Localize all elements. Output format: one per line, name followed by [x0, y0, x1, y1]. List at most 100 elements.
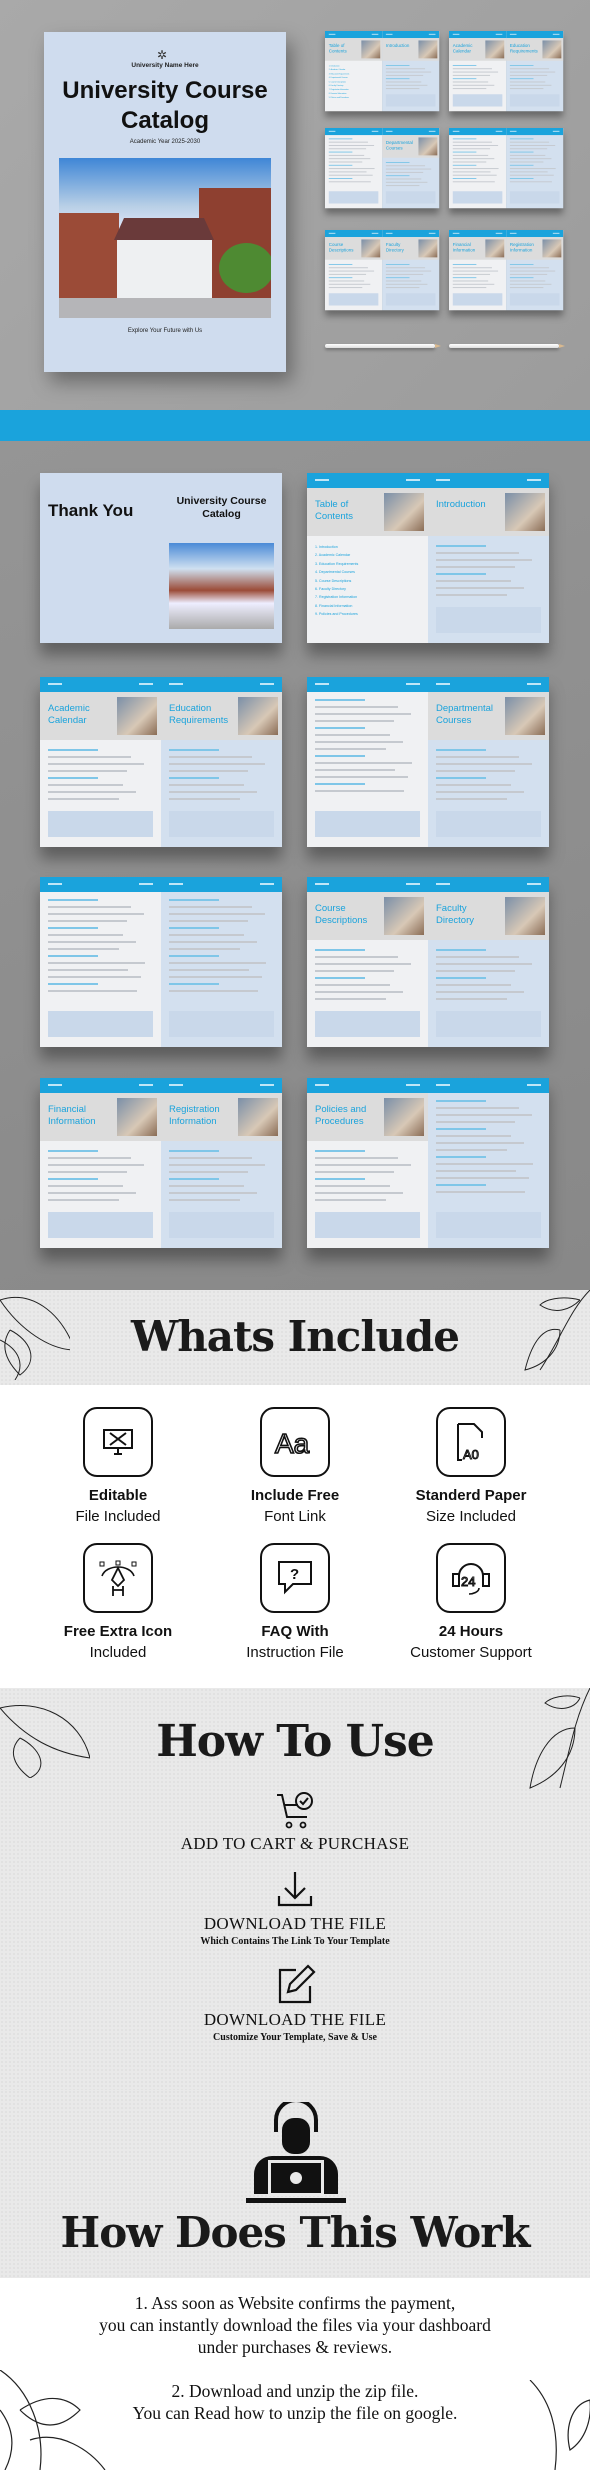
spread-page: Academic Calendar [40, 677, 161, 847]
spread-page: Financial Information [40, 1078, 161, 1248]
feature-label: FAQ With Instruction File [205, 1621, 385, 1663]
text-line [169, 1185, 244, 1187]
text-line [436, 777, 486, 779]
page-title: Table of Contents [328, 43, 347, 55]
text-line [436, 545, 486, 547]
toc-item: 7. Registration Information [315, 595, 358, 600]
spread-page [307, 677, 428, 847]
text-line [328, 280, 365, 282]
page-header-bar [307, 877, 428, 892]
text-line [509, 280, 546, 282]
text-line [169, 934, 244, 936]
text-line [328, 174, 373, 176]
notes-box [385, 191, 436, 204]
text-line [436, 991, 524, 993]
text-line [169, 1178, 219, 1180]
text-line [48, 983, 98, 985]
spread-page: Departmental Courses [428, 677, 549, 847]
text-line [48, 770, 127, 772]
hero-mockup-section: ✲ University Name Here University Course… [0, 0, 590, 410]
text-line [169, 927, 219, 929]
notes-box [385, 94, 436, 107]
text-line [385, 81, 422, 83]
text-line [509, 81, 546, 83]
text-line [385, 74, 424, 76]
page-title: Registration Information [169, 1104, 220, 1127]
page-header-bar [161, 1078, 282, 1093]
text-line [452, 141, 492, 143]
page-header-bar [325, 230, 383, 238]
text-line [48, 948, 119, 950]
page-photo [505, 897, 545, 935]
text-line [452, 161, 487, 163]
spread-page: Registration Information [506, 230, 564, 311]
text-line [385, 283, 428, 285]
text-line [509, 174, 554, 176]
spread-page: Departmental Courses [382, 128, 440, 209]
text-line [169, 784, 244, 786]
text-line [436, 1128, 486, 1130]
text-line [385, 185, 420, 187]
text-line [169, 941, 257, 943]
feature-subtitle: File Included [75, 1508, 161, 1525]
text-line [436, 566, 515, 568]
page-photo [418, 239, 438, 258]
text-line [509, 273, 548, 275]
page-title: Introduction [385, 43, 410, 49]
spread-page: Faculty Directory [428, 877, 549, 1047]
spreads-section: Thank You University Course Catalog Table … [0, 441, 590, 1290]
page-photo [384, 1098, 424, 1136]
page-title: Introduction [436, 499, 486, 510]
text-line [436, 1191, 525, 1193]
text-line [452, 64, 477, 66]
text-line [169, 791, 257, 793]
page-header-bar [382, 230, 440, 238]
page-header-bar [307, 677, 428, 692]
text-line [452, 277, 477, 279]
page-header-bar [428, 473, 549, 488]
feature-label: Standerd Paper Size Included [381, 1485, 561, 1527]
toc-item: 6. Faculty Directory [315, 587, 346, 592]
campus-photo [59, 158, 271, 318]
text-line [385, 161, 410, 163]
text-line [385, 287, 420, 289]
spread-page [325, 128, 383, 209]
lily-flower-icon [0, 1296, 70, 1380]
text-line [169, 770, 248, 772]
feature-label: 24 Hours Customer Support [381, 1621, 561, 1663]
spread-page: Table of Contents 1. Introduction 2. Acade… [325, 31, 383, 112]
page-photo [361, 40, 381, 59]
text-line [169, 749, 219, 751]
toc-item: 9. Policies and Procedures [315, 612, 358, 617]
page-title: Education Requirements [169, 703, 229, 726]
page-title: Course Descriptions [328, 242, 354, 254]
text-line [452, 144, 499, 146]
table-of-contents: 1. Introduction 2. Academic Calendar 3. Ed… [329, 64, 349, 100]
page-photo [418, 137, 438, 156]
page-photo [117, 697, 157, 735]
text-line [452, 81, 489, 83]
text-line [452, 71, 499, 73]
page-header-bar [40, 877, 161, 892]
academic-year: Academic Year 2025-2030 [129, 139, 201, 145]
text-line [436, 998, 507, 1000]
text-line [169, 798, 240, 800]
text-line [328, 178, 353, 179]
page-header-bar [161, 677, 282, 692]
notes-box [436, 607, 541, 633]
page-photo [238, 697, 278, 735]
text-line [436, 594, 507, 596]
text-line [436, 791, 524, 793]
university-name: University Name Here [131, 62, 199, 69]
text-line [315, 970, 394, 972]
text-line [328, 151, 353, 153]
leaf-branch-icon [524, 1290, 590, 1371]
toc-item: 9. Policies and Procedures [328, 96, 349, 99]
table-of-contents: 1. Introduction 2. Academic Calendar 3. Ed… [315, 543, 358, 619]
notes-box [315, 1011, 420, 1037]
page-header-bar [449, 128, 507, 136]
font-aa-icon: Aa [260, 1407, 330, 1477]
text-line [385, 267, 426, 269]
page-photo [485, 40, 505, 59]
how-does-this-work-header: How Does This Work [0, 2090, 590, 2278]
